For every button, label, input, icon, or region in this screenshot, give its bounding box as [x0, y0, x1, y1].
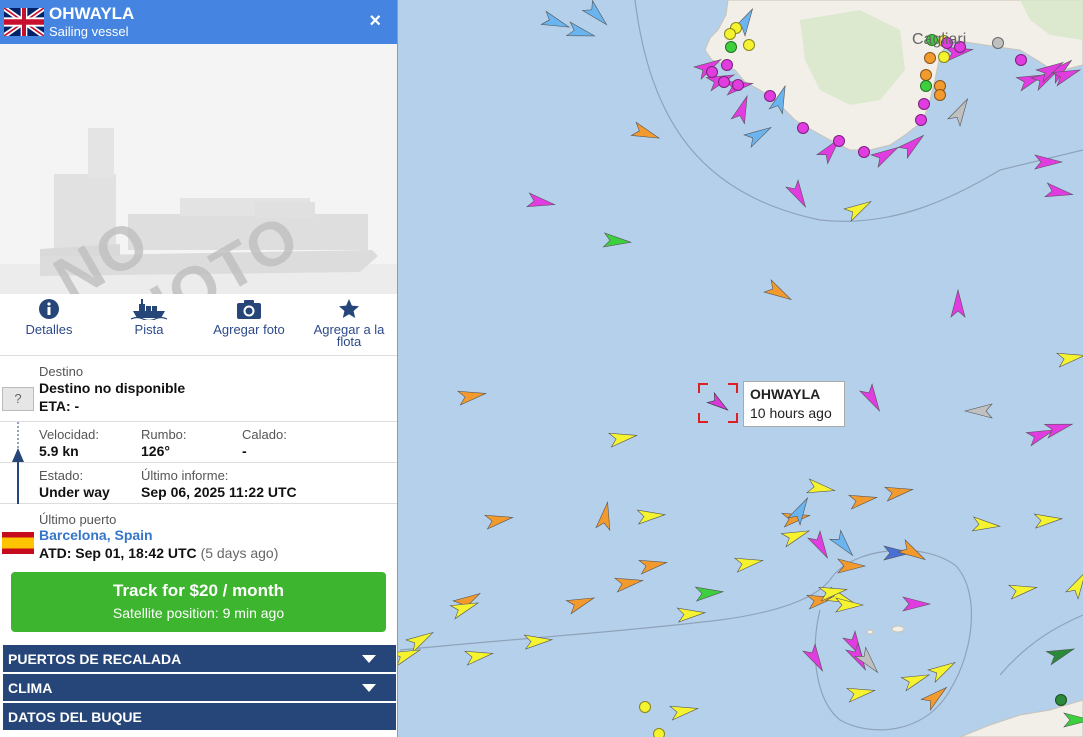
moored-vessel-icon[interactable]: [743, 39, 755, 51]
add-photo-button[interactable]: Agregar foto: [204, 294, 294, 336]
last-report-value: Sep 06, 2025 11:22 UTC: [141, 484, 297, 500]
moored-vessel-icon[interactable]: [1055, 694, 1067, 706]
vessel-photo-placeholder: NO PHOTO: [0, 44, 397, 294]
moored-vessel-icon[interactable]: [721, 59, 733, 71]
tooltip-time: 10 hours ago: [750, 405, 832, 421]
voyage-progress-line: [12, 422, 24, 504]
track-history-button[interactable]: Pista: [104, 294, 194, 336]
moored-vessel-icon[interactable]: [833, 135, 845, 147]
moored-vessel-icon[interactable]: [718, 76, 730, 88]
draught-label: Calado:: [242, 427, 287, 442]
moored-vessel-icon[interactable]: [639, 701, 651, 713]
chevron-down-icon: [362, 684, 376, 692]
section-vessel-data[interactable]: DATOS DEL BUQUE: [3, 703, 396, 730]
status-row: Estado: Under way Último informe: Sep 06…: [0, 463, 397, 504]
details-button[interactable]: Detalles: [4, 294, 94, 336]
last-port-link[interactable]: Barcelona, Spain: [39, 527, 153, 543]
section-vessel-data-label: DATOS DEL BUQUE: [8, 709, 142, 725]
moored-vessel-icon[interactable]: [920, 80, 932, 92]
tooltip-vessel-name: OHWAYLA: [750, 386, 821, 402]
details-label: Detalles: [25, 322, 73, 337]
vessel-tooltip: OHWAYLA 10 hours ago: [743, 381, 845, 427]
chevron-down-icon: [362, 655, 376, 663]
moored-vessel-icon[interactable]: [797, 122, 809, 134]
add-photo-label: Agregar foto: [213, 322, 285, 337]
track-subscription-button[interactable]: Track for $20 / month Satellite position…: [11, 572, 386, 632]
section-ports-of-call[interactable]: PUERTOS DE RECALADA: [3, 645, 396, 672]
city-label-cagliari: Cagliari: [912, 31, 967, 48]
vessel-details-panel: OHWAYLA Sailing vessel × NO PHOTO Detall…: [0, 0, 398, 737]
moored-vessel-icon[interactable]: [1015, 54, 1027, 66]
track-label: Pista: [134, 322, 164, 337]
status-label: Estado:: [39, 468, 84, 483]
section-ports-of-call-label: PUERTOS DE RECALADA: [8, 651, 182, 667]
moored-vessel-icon[interactable]: [724, 28, 736, 40]
navigation-stats-row: Velocidad: 5.9 kn Rumbo: 126° Calado: -: [0, 422, 397, 463]
spain-flag-icon: [2, 532, 34, 554]
moored-vessel-icon[interactable]: [706, 66, 718, 78]
info-icon: [39, 299, 59, 319]
moored-vessel-icon[interactable]: [938, 51, 950, 63]
moored-vessel-icon[interactable]: [918, 98, 930, 110]
section-weather[interactable]: CLIMA: [3, 674, 396, 701]
track-button-title: Track for $20 / month: [113, 581, 284, 600]
moored-vessel-icon[interactable]: [764, 90, 776, 102]
last-port-section: Último puerto Barcelona, Spain ATD: Sep …: [0, 504, 397, 566]
speed-value: 5.9 kn: [39, 443, 79, 459]
moored-vessel-icon[interactable]: [992, 37, 1004, 49]
last-report-label: Último informe:: [141, 468, 229, 483]
course-value: 126°: [141, 443, 170, 459]
moored-vessel-icon[interactable]: [725, 41, 737, 53]
add-to-fleet-label: Agregar a la flota: [313, 322, 385, 349]
uk-flag-icon: [4, 8, 44, 36]
atd-ago: (5 days ago): [200, 545, 279, 561]
vessel-name: OHWAYLA: [49, 4, 135, 23]
section-weather-label: CLIMA: [8, 680, 53, 696]
destination-value: Destino no disponible: [39, 380, 186, 396]
atd-value: ATD: Sep 01, 18:42 UTC: [39, 545, 197, 561]
destination-section: Destino Destino no disponible ETA: -: [0, 356, 397, 422]
close-icon[interactable]: ×: [369, 11, 381, 31]
moored-vessel-icon[interactable]: [934, 89, 946, 101]
draught-value: -: [242, 443, 247, 459]
moored-vessel-icon[interactable]: [732, 79, 744, 91]
camera-icon: [237, 300, 261, 319]
status-value: Under way: [39, 484, 110, 500]
moored-vessel-icon[interactable]: [858, 146, 870, 158]
track-button-subtitle: Satellite position: 9 min ago: [112, 605, 285, 621]
last-port-label: Último puerto: [39, 512, 117, 527]
selected-vessel-arrow-icon: [706, 391, 729, 411]
star-icon: [339, 299, 359, 318]
panel-header: OHWAYLA Sailing vessel ×: [0, 0, 397, 44]
selected-vessel-marker[interactable]: [698, 383, 738, 423]
moored-vessel-icon[interactable]: [653, 728, 665, 737]
moored-vessel-icon[interactable]: [915, 114, 927, 126]
speed-label: Velocidad:: [39, 427, 99, 442]
vessel-type: Sailing vessel: [49, 24, 129, 39]
add-to-fleet-button[interactable]: Agregar a la flota: [304, 294, 394, 348]
moored-vessel-icon[interactable]: [924, 52, 936, 64]
destination-label: Destino: [39, 364, 84, 379]
ship-track-icon: [130, 299, 168, 320]
course-label: Rumbo:: [141, 427, 187, 442]
unknown-port-icon: ?: [2, 387, 34, 411]
eta-value: ETA: -: [39, 398, 80, 414]
action-bar: Detalles Pista Agregar foto Agregar a la…: [0, 294, 397, 356]
